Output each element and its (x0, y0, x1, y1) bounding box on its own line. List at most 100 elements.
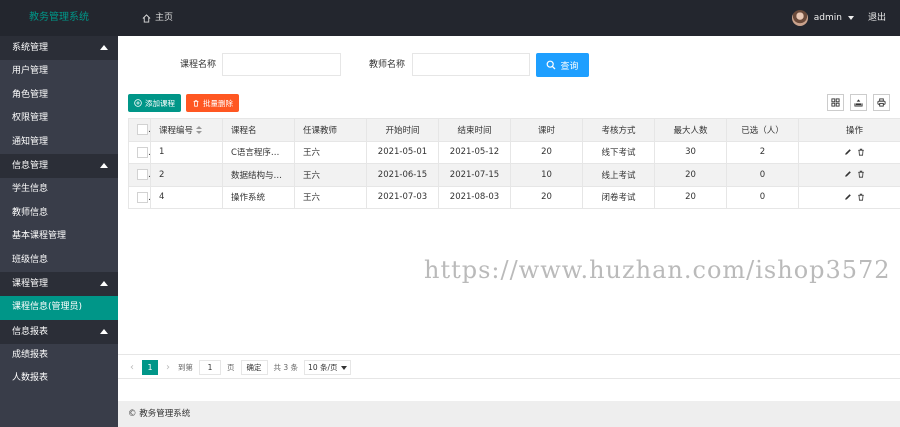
cell-selected: 2 (726, 140, 799, 164)
table-tools (827, 94, 890, 111)
batch-delete-label: 批量删除 (203, 98, 233, 108)
cell-hours: 20 (510, 185, 583, 209)
goto-page-input[interactable]: 1 (199, 360, 221, 375)
add-course-label: 添加课程 (145, 98, 175, 108)
export-icon (854, 99, 863, 107)
cell-hours: 20 (510, 140, 583, 164)
logout-link[interactable]: 退出 (868, 0, 886, 36)
home-link[interactable]: 主页 (142, 0, 173, 36)
cell-exam-type: 线下考试 (582, 140, 655, 164)
table-row[interactable]: 2 数据结构与… 王六 2021-06-15 2021-07-15 10 线上考… (128, 163, 900, 187)
cell-max-students: 20 (654, 163, 727, 187)
goto-label: 到第 (178, 363, 193, 372)
sidebar: 系统管理 用户管理 角色管理 权限管理 通知管理 信息管理 学生信息 教师信息 … (0, 36, 118, 427)
header-actions: 操作 (798, 118, 900, 142)
course-table: 课程编号 课程名 任课教师 开始时间 结束时间 课时 考核方式 最大人数 已选（… (128, 118, 900, 209)
sidebar-group-info[interactable]: 信息管理 (0, 154, 118, 178)
sidebar-item-course-info-admin[interactable]: 课程信息(管理员) (0, 296, 118, 320)
cell-end-time: 2021-07-15 (438, 163, 511, 187)
page-size-value: 10 条/页 (308, 363, 338, 372)
cell-start-time: 2021-07-03 (366, 185, 439, 209)
teacher-name-label: 教师名称 (369, 60, 406, 70)
confirm-page-button[interactable]: 确定 (240, 360, 268, 375)
cell-exam-type: 闭卷考试 (582, 185, 655, 209)
chevron-up-icon (100, 328, 108, 334)
table-row[interactable]: 4 操作系统 王六 2021-07-03 2021-08-03 20 闭卷考试 … (128, 185, 900, 209)
column-filter-button[interactable] (827, 94, 844, 111)
sidebar-group-courses[interactable]: 课程管理 (0, 272, 118, 296)
chevron-down-icon (848, 16, 854, 20)
sidebar-group-label: 信息报表 (12, 326, 49, 337)
user-name: admin (813, 13, 842, 23)
user-menu[interactable]: admin (791, 0, 854, 36)
export-button[interactable] (850, 94, 867, 111)
edit-icon[interactable] (844, 193, 852, 201)
trash-icon (193, 100, 199, 107)
course-name-input[interactable] (222, 53, 341, 76)
cell-selected: 0 (726, 185, 799, 209)
footer: © 教务管理系统 (118, 401, 900, 427)
add-course-button[interactable]: 添加课程 (128, 94, 181, 112)
brand-title[interactable]: 教务管理系统 (0, 0, 118, 36)
next-page-icon[interactable]: › (164, 360, 172, 375)
print-button[interactable] (873, 94, 890, 111)
sidebar-item-students[interactable]: 学生信息 (0, 178, 118, 202)
edit-icon[interactable] (844, 148, 852, 156)
columns-icon (831, 98, 840, 107)
cell-max-students: 30 (654, 140, 727, 164)
header-course-id[interactable]: 课程编号 (150, 118, 223, 142)
batch-delete-button[interactable]: 批量删除 (186, 94, 239, 112)
page-size-select[interactable]: 10 条/页 (304, 360, 351, 375)
trash-icon[interactable] (857, 148, 865, 156)
sidebar-item-users[interactable]: 用户管理 (0, 60, 118, 84)
sidebar-group-reports[interactable]: 信息报表 (0, 319, 118, 344)
query-button[interactable]: 查询 (536, 53, 589, 77)
total-count: 共 3 条 (273, 363, 299, 372)
sidebar-item-classes[interactable]: 班级信息 (0, 249, 118, 273)
chevron-down-icon (340, 365, 347, 370)
cell-teacher: 王六 (294, 163, 367, 187)
sort-icon[interactable] (196, 126, 203, 135)
add-circle-icon (134, 99, 142, 107)
cell-hours: 10 (510, 163, 583, 187)
teacher-name-input[interactable] (412, 53, 530, 76)
chevron-up-icon (100, 45, 108, 50)
current-page[interactable]: 1 (142, 360, 158, 375)
trash-icon[interactable] (857, 170, 865, 178)
cell-course-name: C语言程序… (222, 140, 295, 164)
cell-start-time: 2021-05-01 (366, 140, 439, 164)
sidebar-item-grade-report[interactable]: 成绩报表 (0, 344, 118, 368)
avatar (791, 10, 808, 26)
sidebar-item-notices[interactable]: 通知管理 (0, 131, 118, 155)
edit-icon[interactable] (844, 170, 852, 178)
select-all-checkbox[interactable] (128, 118, 151, 142)
prev-page-icon[interactable]: ‹ (128, 360, 136, 375)
row-checkbox[interactable] (128, 163, 151, 187)
sidebar-group-label: 信息管理 (12, 161, 49, 171)
row-checkbox[interactable] (128, 185, 151, 209)
chevron-up-icon (100, 163, 108, 168)
top-header: 教务管理系统 主页 admin 退出 (0, 0, 900, 36)
main-content: 课程名称 教师名称 查询 添加课程 批量删除 课程编号 课程名 任课教师 开始时… (118, 36, 900, 401)
cell-course-id: 4 (150, 185, 223, 209)
header-teacher: 任课教师 (294, 118, 367, 142)
pagination: ‹ 1 › 到第 1 页 确定 共 3 条 10 条/页 (128, 360, 351, 375)
sidebar-item-basic-courses[interactable]: 基本课程管理 (0, 225, 118, 249)
table-toolbar: 添加课程 批量删除 (128, 94, 239, 112)
sidebar-item-teachers[interactable]: 教师信息 (0, 202, 118, 226)
row-checkbox[interactable] (128, 140, 151, 164)
sidebar-item-headcount-report[interactable]: 人数报表 (0, 367, 118, 391)
sidebar-group-system[interactable]: 系统管理 (0, 36, 118, 60)
sidebar-item-permissions[interactable]: 权限管理 (0, 107, 118, 131)
trash-icon[interactable] (857, 193, 865, 201)
search-form: 课程名称 教师名称 查询 (118, 53, 900, 77)
cell-teacher: 王六 (294, 140, 367, 164)
cell-teacher: 王六 (294, 185, 367, 209)
sidebar-item-roles[interactable]: 角色管理 (0, 84, 118, 108)
chevron-up-icon (100, 281, 108, 286)
header-exam-type: 考核方式 (582, 118, 655, 142)
table-row[interactable]: 1 C语言程序… 王六 2021-05-01 2021-05-12 20 线下考… (128, 140, 900, 164)
watermark-text: https://www.huzhan.com/ishop3572 (424, 256, 891, 284)
search-icon (547, 60, 556, 70)
printer-icon (877, 98, 886, 107)
